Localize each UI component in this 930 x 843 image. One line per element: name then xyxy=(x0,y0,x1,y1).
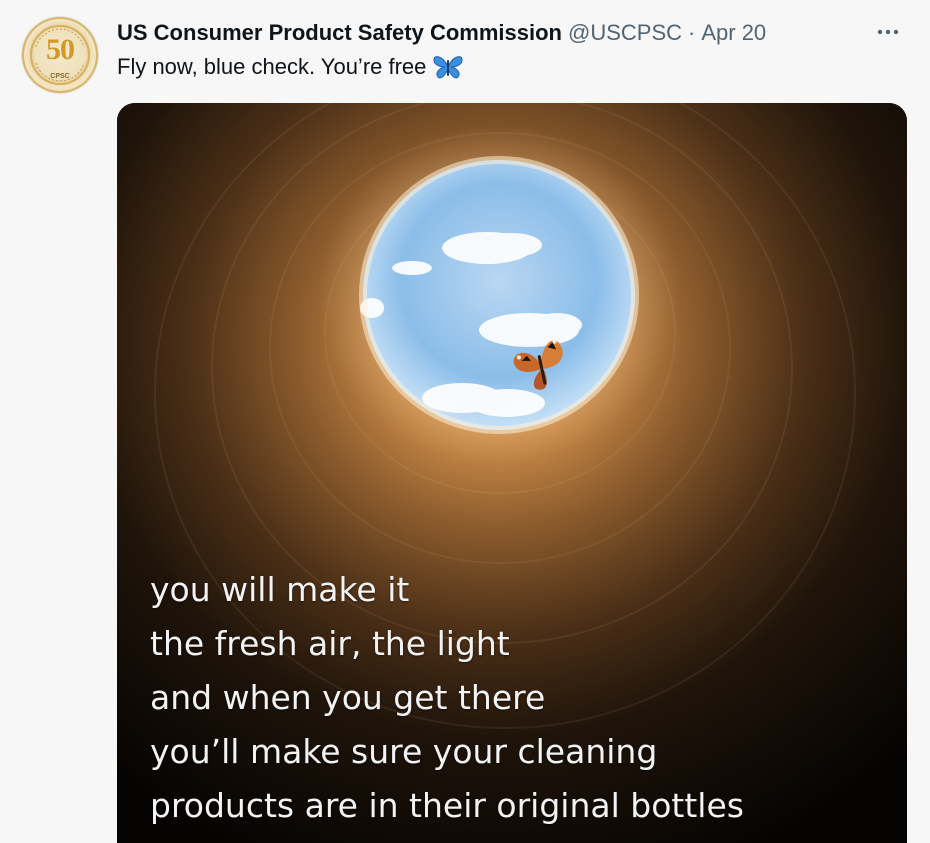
tweet-text-body: Fly now, blue check. You’re free xyxy=(117,54,427,79)
tweet-date[interactable]: Apr 20 xyxy=(701,20,766,46)
avatar-badge-org: CPSC xyxy=(50,73,70,80)
user-handle[interactable]: @USCPSC xyxy=(568,20,682,46)
tweet-text: Fly now, blue check. You’re free xyxy=(117,54,464,80)
caption-line-2: the fresh air, the light xyxy=(150,624,510,663)
tweet-media-image[interactable]: you will make it the fresh air, the ligh… xyxy=(117,103,907,843)
caption-line-4: you’ll make sure your cleaning xyxy=(150,732,658,771)
separator-dot: · xyxy=(688,20,696,45)
display-name[interactable]: US Consumer Product Safety Commission xyxy=(117,20,562,46)
caption-line-3: and when you get there xyxy=(150,678,546,717)
avatar[interactable]: 50 CPSC xyxy=(22,17,98,93)
ellipsis-icon[interactable] xyxy=(874,18,902,46)
butterfly-icon xyxy=(432,54,464,80)
caption-line-1: you will make it xyxy=(150,570,410,609)
avatar-badge-number: 50 xyxy=(46,33,75,66)
tweet[interactable]: 50 CPSC US Consumer Product Safety Commi… xyxy=(0,0,930,843)
image-caption: you will make it the fresh air, the ligh… xyxy=(150,563,890,833)
tweet-header: US Consumer Product Safety Commission @U… xyxy=(117,18,766,48)
caption-line-5: products are in their original bottles xyxy=(150,786,744,825)
